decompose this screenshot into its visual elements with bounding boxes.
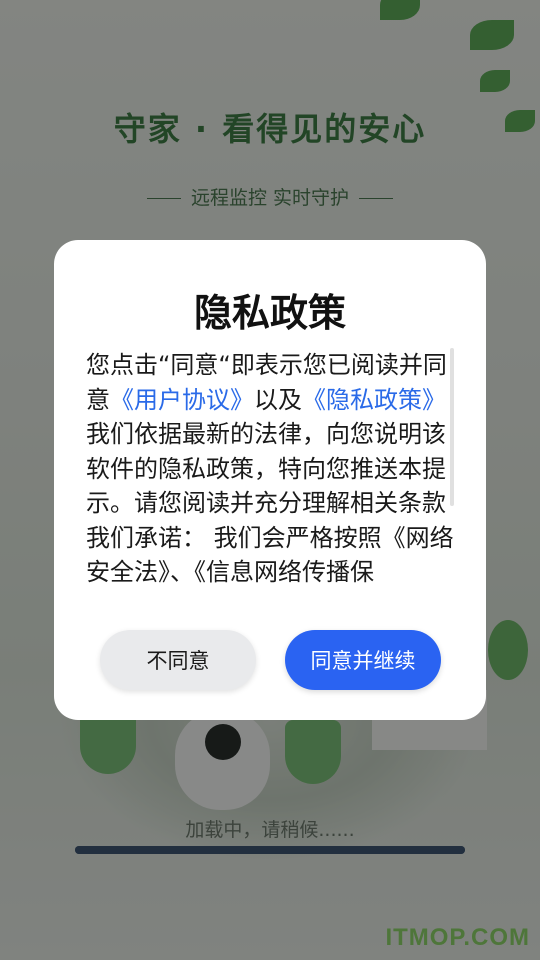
dialog-body[interactable]: 您点击“同意“即表示您已阅读并同意《用户协议》以及《隐私政策》我们依据最新的法律… [86, 348, 454, 604]
privacy-policy-link[interactable]: 《隐私政策》 [302, 386, 446, 414]
body-text: 以及 [254, 385, 302, 414]
dialog-title: 隐私政策 [193, 291, 346, 335]
privacy-policy-dialog: 隐私政策 您点击“同意“即表示您已阅读并同意《用户协议》以及《隐私政策》我们依据… [54, 240, 486, 720]
decline-button[interactable]: 不同意 [100, 630, 256, 690]
user-agreement-link[interactable]: 《用户协议》 [110, 386, 254, 414]
agree-continue-button[interactable]: 同意并继续 [285, 630, 441, 690]
dialog-scrollbar[interactable] [450, 348, 454, 506]
body-text: 我们依据最新的法律，向您说明该软件的隐私政策，特向您推送本提示。请您阅读并充分理… [86, 420, 454, 586]
